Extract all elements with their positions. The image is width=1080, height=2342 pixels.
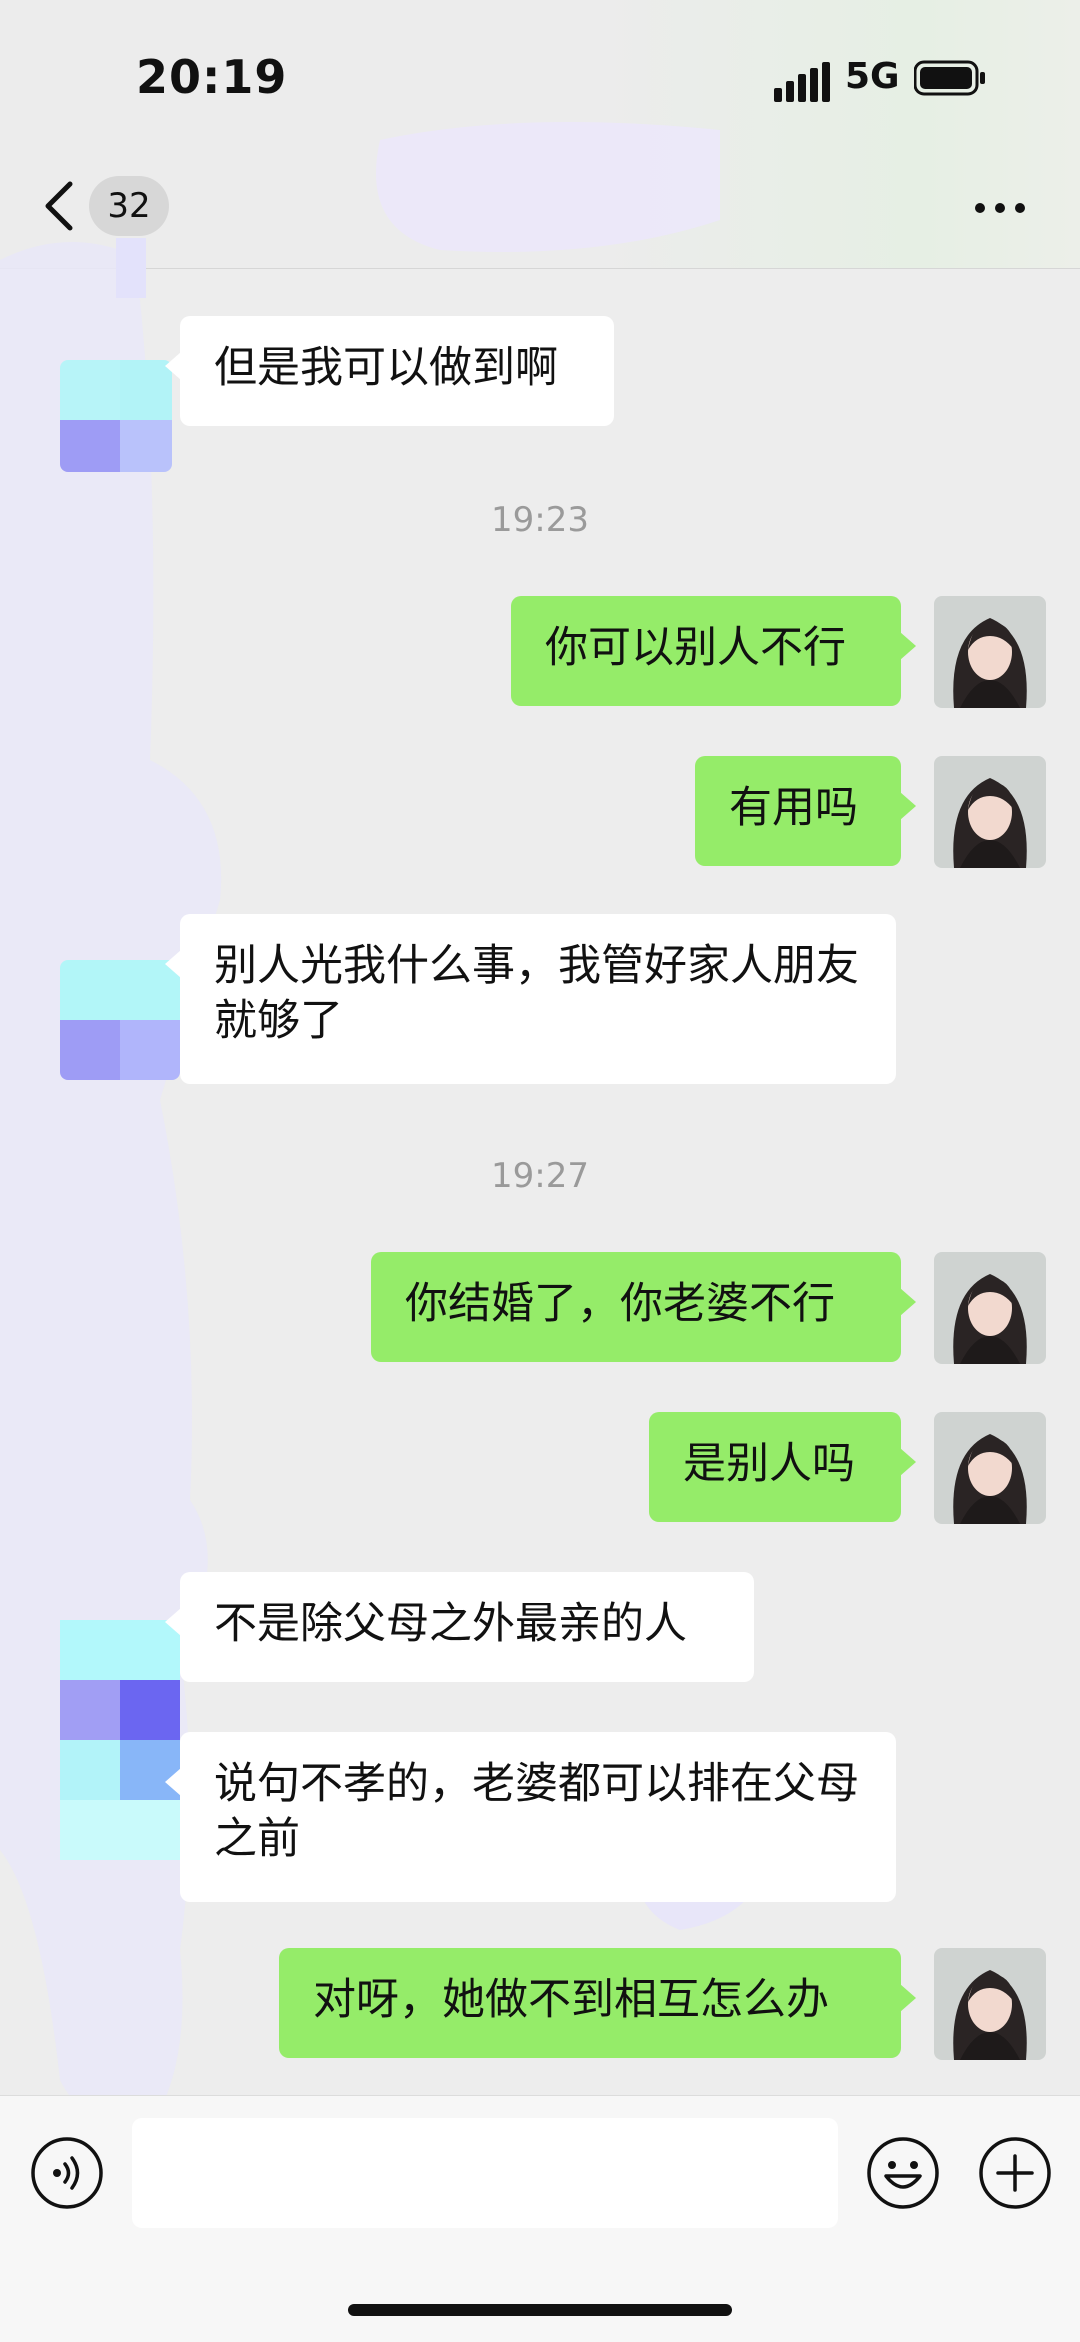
incoming-message[interactable]: 但是我可以做到啊 <box>165 316 614 426</box>
emoji-icon[interactable] <box>866 2136 940 2210</box>
portrait-image <box>934 596 1046 708</box>
user-avatar[interactable] <box>934 1948 1046 2060</box>
message-text: 你结婚了，你老婆不行 <box>405 1279 835 1329</box>
outgoing-message[interactable]: 有用吗 <box>695 756 916 866</box>
message-text: 有用吗 <box>729 783 858 833</box>
chat-header: 20:19 5G 32 <box>0 0 1080 269</box>
outgoing-message[interactable]: 是别人吗 <box>649 1412 916 1522</box>
outgoing-message[interactable]: 你可以别人不行 <box>511 596 916 706</box>
message-text: 但是我可以做到啊 <box>214 343 558 393</box>
more-icon[interactable] <box>972 196 1028 220</box>
plus-icon[interactable] <box>978 2136 1052 2210</box>
voice-icon[interactable] <box>30 2136 104 2210</box>
message-text: 是别人吗 <box>683 1439 855 1489</box>
incoming-message[interactable]: 不是除父母之外最亲的人 <box>165 1572 754 1682</box>
incoming-message[interactable]: 说句不孝的，老婆都可以排在父母之前 <box>165 1732 896 1902</box>
battery-icon <box>914 60 985 96</box>
status-time: 20:19 <box>136 50 288 104</box>
unread-count-badge[interactable]: 32 <box>89 176 169 236</box>
message-text: 你可以别人不行 <box>545 623 846 673</box>
user-avatar[interactable] <box>934 756 1046 868</box>
signal-icon <box>774 62 830 102</box>
portrait-image <box>934 756 1046 868</box>
contact-avatar[interactable] <box>60 360 172 472</box>
message-text: 不是除父母之外最亲的人 <box>214 1599 687 1649</box>
contact-avatar[interactable] <box>60 1620 180 1860</box>
back-chevron-icon[interactable] <box>40 178 80 234</box>
incoming-message[interactable]: 别人光我什么事，我管好家人朋友就够了 <box>165 914 896 1084</box>
message-input[interactable] <box>132 2118 838 2228</box>
timestamp: 19:27 <box>491 1156 589 1196</box>
portrait-image <box>934 1252 1046 1364</box>
timestamp: 19:23 <box>491 500 589 540</box>
user-avatar[interactable] <box>934 596 1046 708</box>
user-avatar[interactable] <box>934 1252 1046 1364</box>
outgoing-message[interactable]: 对呀，她做不到相互怎么办 <box>279 1948 916 2058</box>
portrait-image <box>934 1948 1046 2060</box>
home-indicator[interactable] <box>348 2304 732 2316</box>
message-text: 说句不孝的，老婆都可以排在父母之前 <box>214 1759 859 1864</box>
network-label: 5G <box>845 56 900 97</box>
outgoing-message[interactable]: 你结婚了，你老婆不行 <box>371 1252 916 1362</box>
contact-avatar[interactable] <box>60 960 180 1080</box>
user-avatar[interactable] <box>934 1412 1046 1524</box>
portrait-image <box>934 1412 1046 1524</box>
message-text: 别人光我什么事，我管好家人朋友就够了 <box>214 941 859 1046</box>
message-text: 对呀，她做不到相互怎么办 <box>313 1975 829 2025</box>
